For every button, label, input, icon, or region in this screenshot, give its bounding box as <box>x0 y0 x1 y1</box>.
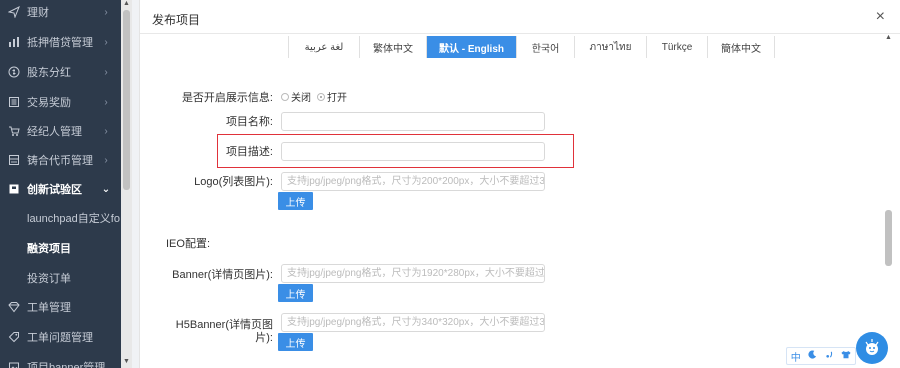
sidebar-item-tokens[interactable]: 铸合代币管理 › <box>0 145 121 175</box>
assistant-avatar-icon[interactable] <box>856 332 888 364</box>
sidebar-item-label: 投资订单 <box>27 273 71 285</box>
tab-label: 默认 - English <box>439 43 504 55</box>
dialog-scrollbar-thumb[interactable] <box>885 210 892 266</box>
sidebar-subitem-investment-orders[interactable]: 投资订单 <box>0 263 121 293</box>
h5-banner-image-input[interactable]: 支持jpg/jpeg/png格式，尺寸为340*320px，大小不要超过3M <box>281 313 545 332</box>
tab-label: Türkçe <box>661 41 693 53</box>
logo-label: Logo(列表图片): <box>194 176 273 188</box>
tab-english-default[interactable]: 默认 - English <box>427 36 517 58</box>
shirt-icon[interactable] <box>841 350 851 362</box>
dollar-circle-icon <box>7 65 21 79</box>
punctuation-icon[interactable] <box>825 350 834 362</box>
sidebar-item-trade-rewards[interactable]: 交易奖励 › <box>0 87 121 117</box>
chevron-down-icon: ⌄ <box>101 183 111 195</box>
language-tabs: لغة عربية 繁体中文 默认 - English 한국어 ภาษาไทย … <box>288 36 775 58</box>
sidebar-item-label: 交易奖励 <box>27 97 71 109</box>
chevron-right-icon: › <box>104 154 108 166</box>
sidebar-item-label: 铸合代币管理 <box>27 155 93 167</box>
sidebar-item-innovation-zone[interactable]: 创新试验区 ⌄ <box>0 174 121 204</box>
sidebar-item-project-banners[interactable]: 项目banner管理 <box>0 352 121 368</box>
bar-chart-icon <box>7 35 21 49</box>
scroll-up-arrow-icon[interactable]: ▲ <box>884 34 893 41</box>
project-description-input[interactable] <box>281 142 545 161</box>
dialog-scrollbar[interactable]: ▲ <box>884 34 895 368</box>
chevron-right-icon: › <box>104 6 108 18</box>
project-description-label: 项目描述: <box>225 146 273 158</box>
dialog-header: 发布项目 × <box>140 0 900 34</box>
sidebar-item-collateral-loans[interactable]: 抵押借贷管理 › <box>0 27 121 57</box>
tab-label: لغة عربية <box>304 41 344 53</box>
banner-upload-button[interactable]: 上传 <box>278 284 313 302</box>
dialog-title: 发布项目 <box>152 13 201 27</box>
radio-open[interactable] <box>317 92 325 101</box>
sidebar-item-label: 融资项目 <box>27 243 71 255</box>
project-name-input[interactable] <box>281 112 545 131</box>
tab-traditional-chinese[interactable]: 繁体中文 <box>360 36 427 58</box>
diamond-icon <box>7 300 21 314</box>
logo-image-input[interactable]: 支持jpg/jpeg/png格式，尺寸为200*200px，大小不要超过3M <box>281 172 545 191</box>
show-info-radio-group: 关闭 打开 <box>281 89 353 104</box>
sidebar-item-label: 创新试验区 <box>27 184 82 196</box>
sidebar-item-brokers[interactable]: 经纪人管理 › <box>0 116 121 146</box>
sidebar-item-dividends[interactable]: 股东分红 › <box>0 57 121 87</box>
banner-image-input[interactable]: 支持jpg/jpeg/png格式，尺寸为1920*280px，大小不要超过3M <box>281 264 545 283</box>
radio-close-label[interactable]: 关闭 <box>291 89 311 104</box>
moon-icon[interactable] <box>808 350 817 362</box>
tag-icon <box>7 330 21 344</box>
send-icon <box>7 5 21 19</box>
close-icon[interactable]: × <box>876 8 885 26</box>
scroll-down-arrow-icon[interactable]: ▼ <box>121 358 132 365</box>
document-icon <box>7 95 21 109</box>
sidebar-item-label: launchpad自定义fo... <box>27 213 121 225</box>
radio-close[interactable] <box>281 92 289 101</box>
tab-label: 簡体中文 <box>721 43 761 55</box>
sidebar-scrollbar[interactable]: ▲ ▼ <box>121 0 132 368</box>
tab-arabic[interactable]: لغة عربية <box>289 36 360 58</box>
h5-banner-upload-button[interactable]: 上传 <box>278 333 313 351</box>
ieo-config-label: IEO配置: <box>166 238 211 250</box>
sidebar: 理财 › 抵押借贷管理 › 股东分红 › 交易奖励 › 经纪人管理 › 铸合代币… <box>0 0 121 368</box>
sidebar-item-tickets[interactable]: 工单管理 <box>0 292 121 322</box>
tab-label: 繁体中文 <box>373 43 413 55</box>
sidebar-item-label: 工单管理 <box>27 302 71 314</box>
calculator-icon <box>7 153 21 167</box>
sidebar-item-label: 抵押借贷管理 <box>27 37 93 49</box>
tab-turkish[interactable]: Türkçe <box>647 36 708 58</box>
logo-upload-button[interactable]: 上传 <box>278 192 313 210</box>
chevron-right-icon: › <box>104 96 108 108</box>
tab-label: ภาษาไทย <box>589 41 632 53</box>
scroll-up-arrow-icon[interactable]: ▲ <box>121 0 132 7</box>
sidebar-scrollbar-thumb[interactable] <box>123 10 130 190</box>
image-icon <box>7 360 21 368</box>
tab-thai[interactable]: ภาษาไทย <box>575 36 647 58</box>
ime-mode-indicator[interactable]: 中 <box>791 349 801 364</box>
sidebar-item-label: 项目banner管理 <box>27 362 106 368</box>
h5-banner-label-line2: 片): <box>255 332 273 344</box>
project-name-label: 项目名称: <box>225 116 273 128</box>
radio-open-label[interactable]: 打开 <box>327 89 347 104</box>
tab-simplified-chinese[interactable]: 簡体中文 <box>708 36 774 58</box>
book-icon <box>7 182 21 196</box>
tab-korean[interactable]: 한국어 <box>517 36 575 58</box>
cart-icon <box>7 124 21 138</box>
tab-label: 한국어 <box>531 43 560 55</box>
sidebar-item-ticket-questions[interactable]: 工单问题管理 <box>0 322 121 352</box>
banner-label: Banner(详情页图片): <box>172 269 273 281</box>
publish-project-dialog: 发布项目 × لغة عربية 繁体中文 默认 - English 한국어 ภ… <box>139 0 900 368</box>
sidebar-subitem-launchpad[interactable]: launchpad自定义fo... <box>0 203 121 233</box>
sidebar-subitem-financing-projects[interactable]: 融资项目 <box>0 233 121 263</box>
chevron-right-icon: › <box>104 66 108 78</box>
sidebar-item-label: 股东分红 <box>27 67 71 79</box>
show-info-label: 是否开启展示信息: <box>181 92 273 104</box>
sidebar-item-label: 经纪人管理 <box>27 126 82 138</box>
ime-toolbar[interactable]: 中 <box>786 347 856 365</box>
chevron-right-icon: › <box>104 125 108 137</box>
chevron-right-icon: › <box>104 36 108 48</box>
sidebar-item-wealth[interactable]: 理财 › <box>0 0 121 27</box>
sidebar-item-label: 理财 <box>27 7 49 19</box>
sidebar-item-label: 工单问题管理 <box>27 332 93 344</box>
